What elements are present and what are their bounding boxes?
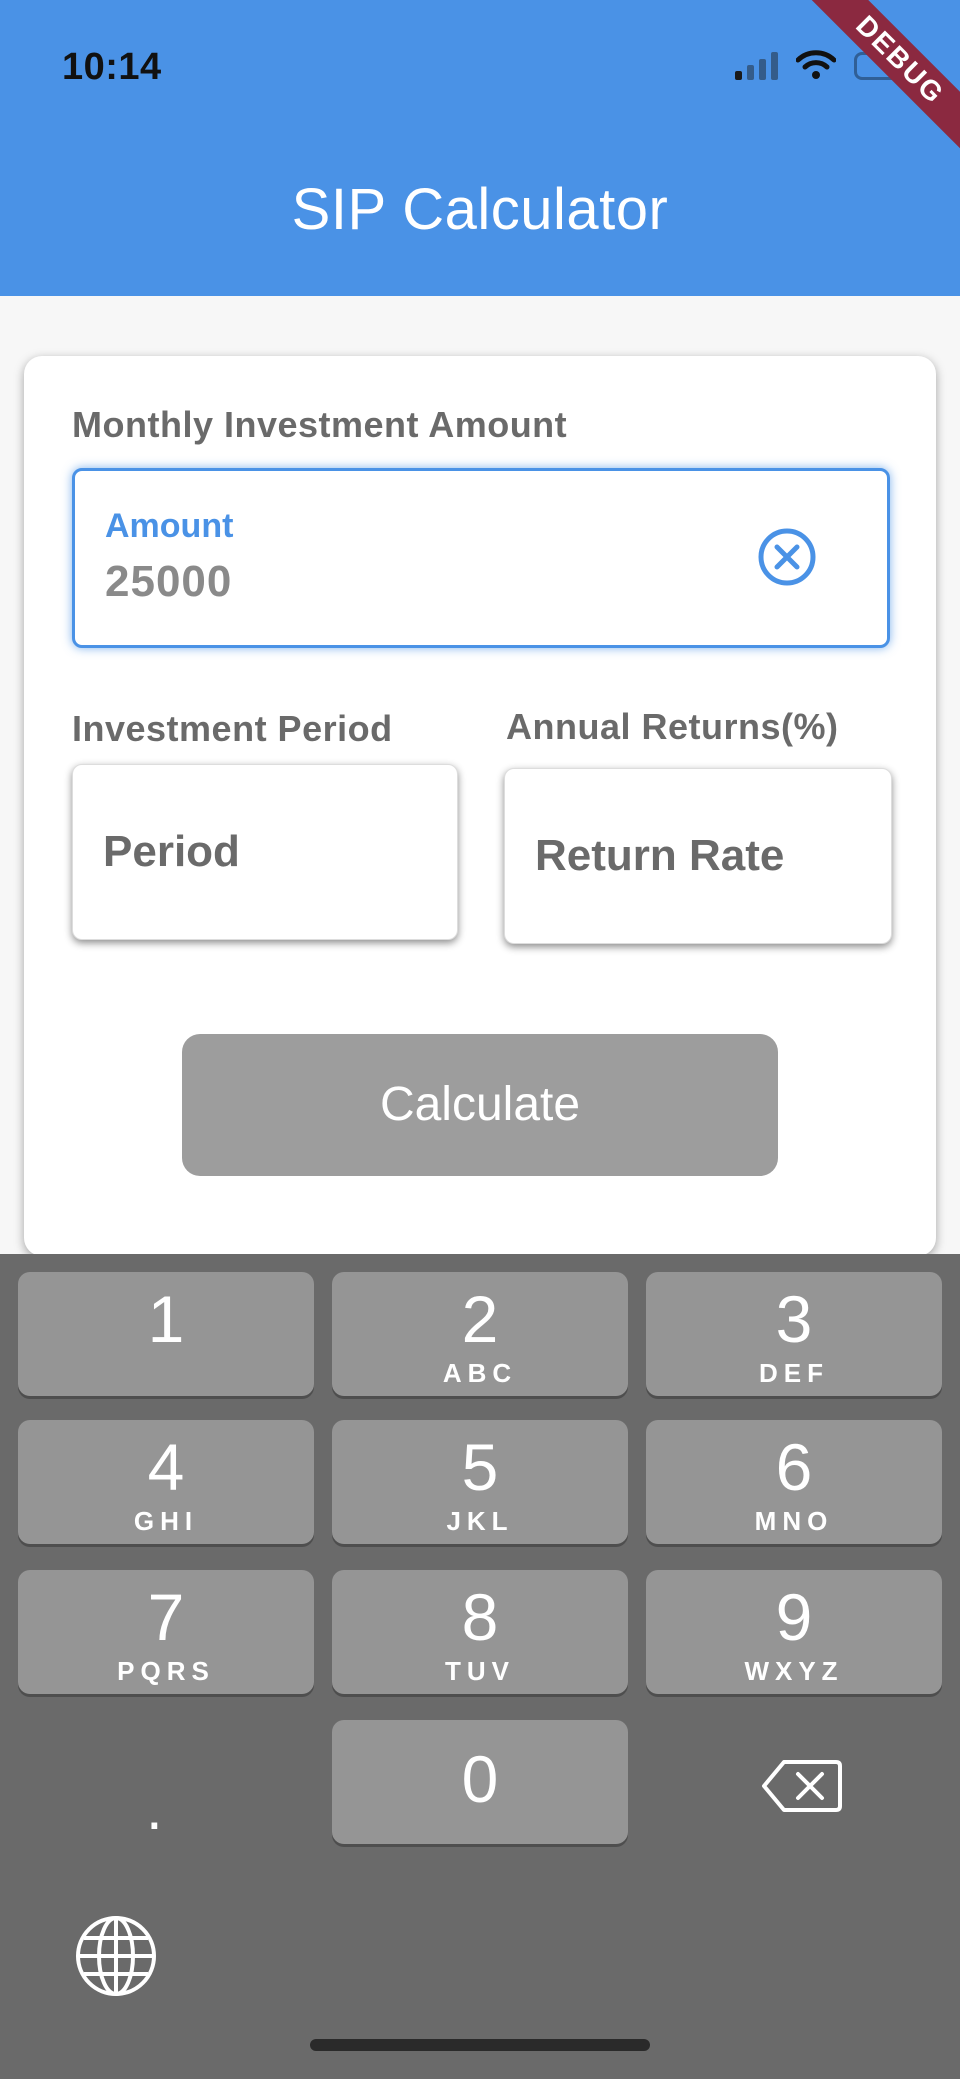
- amount-floating-label: Amount: [105, 507, 234, 545]
- key-9[interactable]: 9 WXYZ: [646, 1570, 942, 1694]
- app-bar: 10:14 DEBUG SIP Calculator: [0, 0, 960, 296]
- key-7[interactable]: 7 PQRS: [18, 1570, 314, 1694]
- sip-form-card: Monthly Investment Amount Amount 25000 I…: [24, 356, 936, 1256]
- backspace-icon[interactable]: [760, 1758, 844, 1814]
- wifi-icon: [796, 50, 836, 79]
- key-2[interactable]: 2 ABC: [332, 1272, 628, 1396]
- debug-banner: DEBUG: [793, 0, 960, 167]
- key-decimal[interactable]: .: [146, 1774, 163, 1843]
- page-title: SIP Calculator: [291, 177, 669, 242]
- globe-icon[interactable]: [74, 1914, 158, 1998]
- status-time: 10:14: [62, 46, 162, 88]
- return-rate-placeholder: Return Rate: [535, 831, 785, 880]
- period-input[interactable]: Period: [72, 764, 458, 940]
- amount-input[interactable]: Amount 25000: [72, 468, 890, 648]
- key-5[interactable]: 5 JKL: [332, 1420, 628, 1544]
- key-1[interactable]: 1: [18, 1272, 314, 1396]
- calculate-button[interactable]: Calculate: [182, 1034, 778, 1176]
- key-4[interactable]: 4 GHI: [18, 1420, 314, 1544]
- numeric-keyboard: 1 2 ABC 3 DEF 4 GHI 5 JKL 6 MNO 7 PQRS 8 TUV 9W…: [0, 1254, 960, 2079]
- key-0[interactable]: 0: [332, 1720, 628, 1844]
- annual-returns-label: Annual Returns(%): [506, 706, 839, 747]
- period-placeholder: Period: [103, 827, 240, 876]
- key-6[interactable]: 6 MNO: [646, 1420, 942, 1544]
- investment-period-label: Investment Period: [72, 708, 393, 749]
- cellular-signal-icon: [735, 50, 778, 80]
- amount-value: 25000: [105, 557, 233, 606]
- return-rate-input[interactable]: Return Rate: [504, 768, 892, 944]
- home-indicator: [310, 2039, 650, 2051]
- key-8[interactable]: 8 TUV: [332, 1570, 628, 1694]
- monthly-investment-label: Monthly Investment Amount: [72, 404, 568, 445]
- clear-icon[interactable]: [757, 527, 817, 587]
- key-3[interactable]: 3 DEF: [646, 1272, 942, 1396]
